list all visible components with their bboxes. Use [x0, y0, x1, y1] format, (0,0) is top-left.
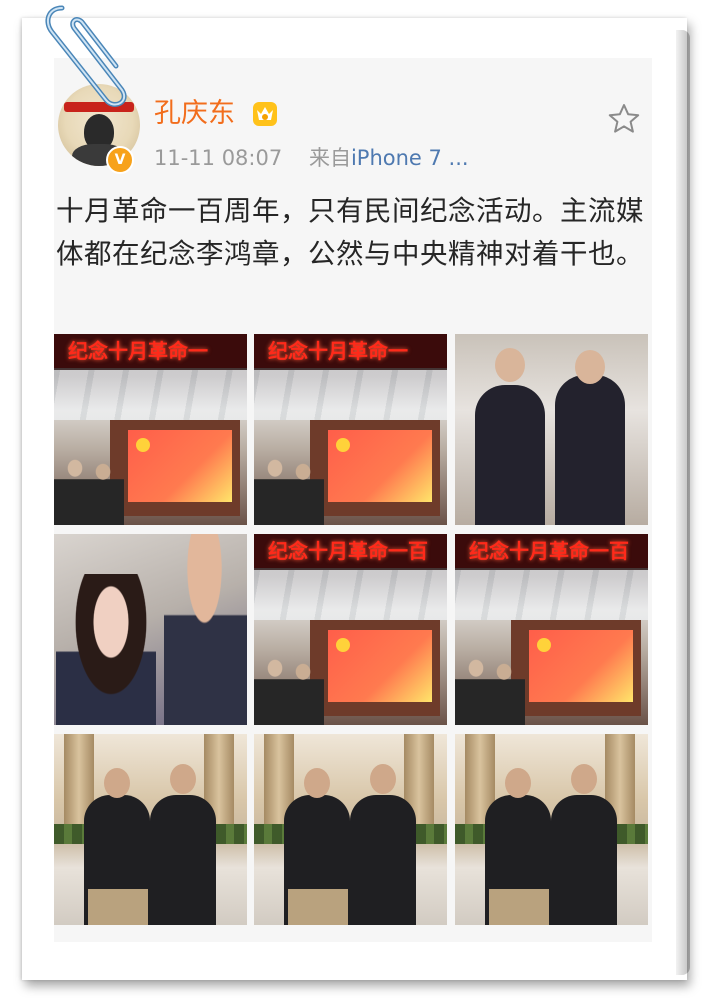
- audience: [254, 654, 324, 725]
- person-right-head: [170, 764, 196, 794]
- emblem-icon: [136, 438, 150, 452]
- trousers: [288, 889, 348, 925]
- trousers: [489, 889, 549, 925]
- person-right: [150, 795, 216, 925]
- person-left-head: [505, 768, 531, 798]
- person-man: [475, 385, 545, 525]
- emblem-icon: [336, 638, 350, 652]
- paper-curl-shadow: [676, 30, 690, 975]
- photo-9[interactable]: [455, 734, 648, 925]
- photo-7[interactable]: [54, 734, 247, 925]
- person-left-head: [104, 768, 130, 798]
- photo-2[interactable]: 纪念十月革命一: [254, 334, 447, 525]
- source-device-link[interactable]: iPhone 7 ...: [351, 146, 469, 170]
- audience: [254, 454, 324, 525]
- led-banner-text: 纪念十月革命一百: [254, 534, 447, 568]
- person-right: [551, 795, 617, 925]
- trousers: [88, 889, 148, 925]
- person-right-head: [571, 764, 597, 794]
- selfie-woman: [56, 574, 156, 725]
- ceiling-lights: [54, 370, 247, 420]
- person-woman: [555, 375, 625, 525]
- photo-6[interactable]: 纪念十月革命一百: [455, 534, 648, 725]
- emblem-icon: [336, 438, 350, 452]
- led-banner-text: 纪念十月革命一: [54, 334, 247, 368]
- source-prefix: 来自: [308, 146, 351, 170]
- person-left-head: [304, 768, 330, 798]
- verified-badge-icon: V: [106, 146, 134, 174]
- audience: [455, 654, 525, 725]
- led-banner-text: 纪念十月革命一百: [455, 534, 648, 568]
- post-meta: 11-11 08:07 来自iPhone 7 ...: [154, 142, 469, 172]
- photo-8[interactable]: [254, 734, 447, 925]
- photo-3[interactable]: [455, 334, 648, 525]
- ceiling-lights: [455, 570, 648, 620]
- audience: [54, 454, 124, 525]
- person-right: [350, 795, 416, 925]
- emblem-icon: [537, 638, 551, 652]
- post-timestamp: 11-11 08:07: [154, 146, 283, 170]
- photo-5[interactable]: 纪念十月革命一百: [254, 534, 447, 725]
- post-text: 十月革命一百周年，只有民间纪念活动。主流媒体都在纪念李鸿章，公然与中央精神对着干…: [56, 195, 644, 270]
- led-banner-text: 纪念十月革命一: [254, 334, 447, 368]
- paperclip-icon: [45, 5, 127, 107]
- username[interactable]: 孔庆东: [154, 98, 235, 130]
- photo-1[interactable]: 纪念十月革命一: [54, 334, 247, 525]
- star-icon[interactable]: [607, 102, 641, 136]
- photo-grid: 纪念十月革命一 纪念十月革命一 纪念十月革命一百 纪念十月革命一百: [54, 334, 648, 928]
- ceiling-lights: [254, 570, 447, 620]
- crown-vip-icon[interactable]: [252, 101, 278, 127]
- photo-4[interactable]: [54, 534, 247, 725]
- person-woman-head: [575, 350, 605, 384]
- selfie-man: [164, 534, 247, 725]
- ceiling-lights: [254, 370, 447, 420]
- weibo-post: V 孔庆东 11-11 08:07 来自iPhone 7 ... 十月革命一百周…: [54, 58, 652, 942]
- person-right-head: [370, 764, 396, 794]
- person-man-head: [495, 348, 525, 382]
